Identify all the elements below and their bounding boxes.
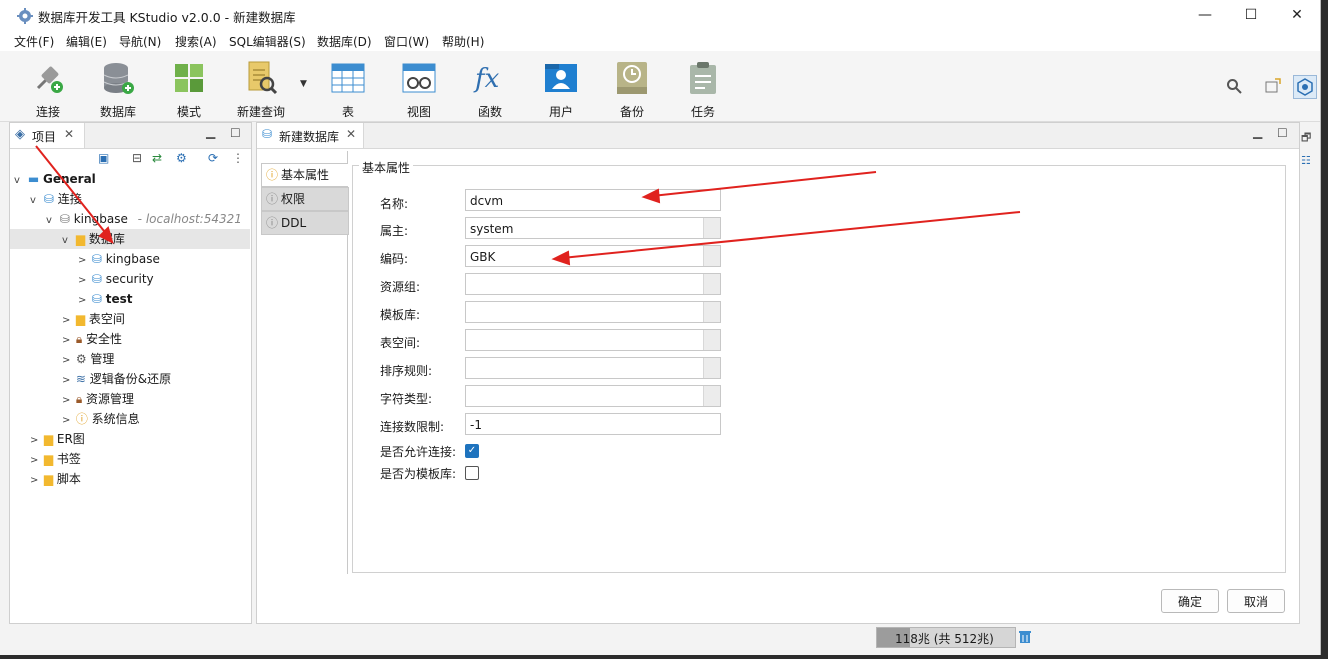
annotation-arrow (561, 211, 1021, 259)
annotation-arrow (651, 171, 877, 197)
app-window: 数据库开发工具 KStudio v2.0.0 - 新建数据库 — ☐ ✕ 文件(… (0, 0, 1321, 655)
memory-label: 118兆 (共 512兆) (895, 632, 994, 646)
trash-icon[interactable] (1018, 629, 1032, 644)
annotation-arrowhead (551, 250, 571, 266)
annotation-arrowhead (98, 226, 114, 244)
annotation-overlay (35, 145, 1021, 266)
memory-indicator[interactable]: 118兆 (共 512兆) (876, 627, 1016, 648)
annotation-arrowhead (641, 188, 661, 204)
status-bar: 118兆 (共 512兆) (876, 627, 1036, 648)
annotation-arrow (35, 145, 109, 237)
